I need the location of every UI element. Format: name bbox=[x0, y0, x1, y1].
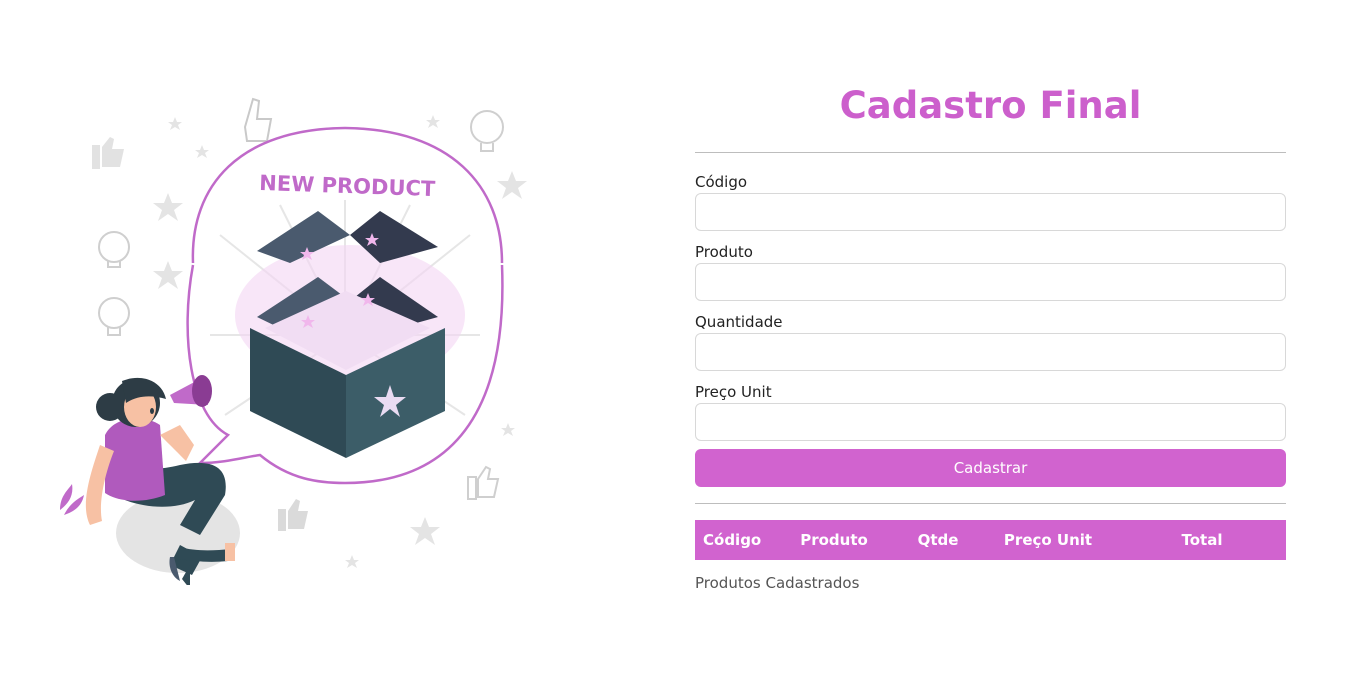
preco-unit-label: Preço Unit bbox=[695, 383, 772, 401]
field-codigo: Código bbox=[695, 171, 1286, 231]
divider bbox=[695, 503, 1286, 504]
codigo-input[interactable] bbox=[695, 193, 1286, 231]
quantidade-label: Quantidade bbox=[695, 313, 783, 331]
field-preco-unit: Preço Unit bbox=[695, 381, 1286, 441]
cadastrar-button[interactable]: Cadastrar bbox=[695, 449, 1286, 487]
preco-unit-input[interactable] bbox=[695, 403, 1286, 441]
column-header-qtde: Qtde bbox=[898, 520, 978, 560]
lightbulb-icon bbox=[470, 110, 504, 152]
page: NEW PRODUCT Cadastro Final Código Produt… bbox=[0, 0, 1366, 697]
divider bbox=[695, 152, 1286, 153]
produto-label: Produto bbox=[695, 243, 753, 261]
thumbs-up-icon bbox=[92, 137, 124, 169]
plant-icon bbox=[60, 484, 84, 515]
column-header-preco-unit: Preço Unit bbox=[978, 520, 1118, 560]
thumbs-up-icon bbox=[278, 499, 308, 531]
illustration-art: NEW PRODUCT bbox=[60, 97, 527, 585]
table-caption: Produtos Cadastrados bbox=[695, 574, 860, 592]
field-produto: Produto bbox=[695, 241, 1286, 301]
thumbs-up-icon bbox=[467, 465, 500, 500]
field-quantidade: Quantidade bbox=[695, 311, 1286, 371]
register-panel: Cadastro Final Código Produto Quantidade… bbox=[695, 80, 1286, 594]
column-header-total: Total bbox=[1118, 520, 1286, 560]
column-header-produto: Produto bbox=[770, 520, 898, 560]
column-header-codigo: Código bbox=[695, 520, 770, 560]
codigo-label: Código bbox=[695, 173, 748, 191]
page-title: Cadastro Final bbox=[839, 84, 1142, 127]
thumbs-up-icon bbox=[243, 97, 273, 142]
new-product-illustration: NEW PRODUCT bbox=[50, 85, 540, 585]
quantidade-input[interactable] bbox=[695, 333, 1286, 371]
product-form: Código Produto Quantidade Preço Unit bbox=[695, 171, 1286, 441]
lightbulb-icon bbox=[98, 231, 130, 268]
produto-input[interactable] bbox=[695, 263, 1286, 301]
table-header-row: Código Produto Qtde Preço Unit Total bbox=[695, 520, 1286, 560]
products-table: Código Produto Qtde Preço Unit Total bbox=[695, 520, 1286, 560]
lightbulb-icon bbox=[98, 297, 130, 336]
